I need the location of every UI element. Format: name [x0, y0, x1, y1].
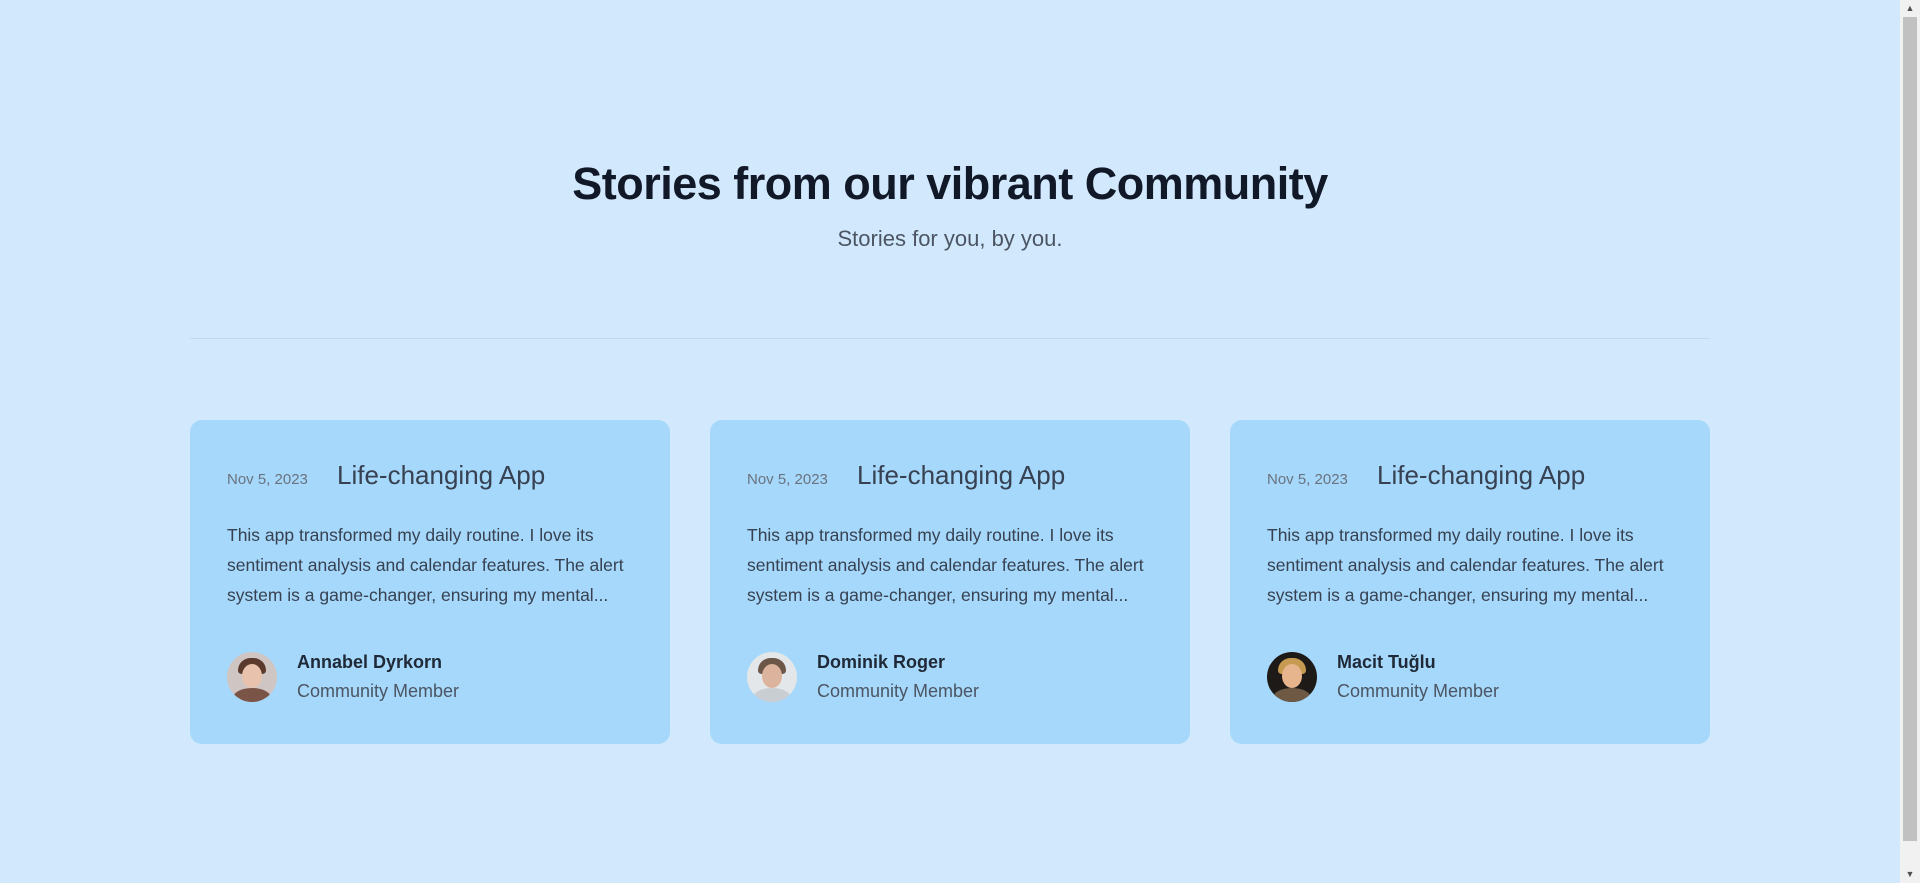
page-title: Stories from our vibrant Community	[572, 158, 1328, 209]
scroll-up-arrow-icon[interactable]: ▲	[1900, 0, 1920, 17]
story-date: Nov 5, 2023	[747, 471, 828, 488]
vertical-scrollbar[interactable]: ▲ ▼	[1900, 0, 1920, 883]
author-avatar	[747, 652, 797, 702]
scrollbar-thumb[interactable]	[1903, 17, 1917, 841]
story-title[interactable]: Life-changing App	[337, 460, 545, 491]
page-subtitle: Stories for you, by you.	[837, 226, 1063, 251]
story-card-header: Nov 5, 2023 Life-changing App	[747, 460, 1065, 491]
story-author: Macit Tuğlu Community Member	[1267, 652, 1499, 702]
author-role: Community Member	[1337, 681, 1500, 701]
story-card[interactable]: Nov 5, 2023 Life-changing App This app t…	[1230, 420, 1710, 744]
story-author: Annabel Dyrkorn Community Member	[227, 652, 459, 702]
story-card-header: Nov 5, 2023 Life-changing App	[1267, 460, 1585, 491]
author-name: Dominik Roger	[817, 652, 946, 672]
author-avatar	[227, 652, 277, 702]
story-card[interactable]: Nov 5, 2023 Life-changing App This app t…	[190, 420, 670, 744]
story-excerpt: This app transformed my daily routine. I…	[747, 525, 1144, 605]
story-card-header: Nov 5, 2023 Life-changing App	[227, 460, 545, 491]
author-role: Community Member	[817, 681, 980, 701]
section-divider	[190, 338, 1710, 339]
author-name: Annabel Dyrkorn	[297, 652, 443, 672]
author-name: Macit Tuğlu	[1337, 652, 1436, 672]
page: Stories from our vibrant Community Stori…	[0, 0, 1900, 883]
scroll-down-arrow-icon[interactable]: ▼	[1900, 866, 1920, 883]
author-avatar	[1267, 652, 1317, 702]
story-excerpt: This app transformed my daily routine. I…	[227, 525, 624, 605]
story-title[interactable]: Life-changing App	[857, 460, 1065, 491]
story-excerpt: This app transformed my daily routine. I…	[1267, 525, 1664, 605]
story-date: Nov 5, 2023	[227, 471, 308, 488]
story-date: Nov 5, 2023	[1267, 471, 1348, 488]
story-author: Dominik Roger Community Member	[747, 652, 979, 702]
story-card[interactable]: Nov 5, 2023 Life-changing App This app t…	[710, 420, 1190, 744]
story-title[interactable]: Life-changing App	[1377, 460, 1585, 491]
author-role: Community Member	[297, 681, 460, 701]
story-card-list: Nov 5, 2023 Life-changing App This app t…	[190, 420, 1710, 744]
